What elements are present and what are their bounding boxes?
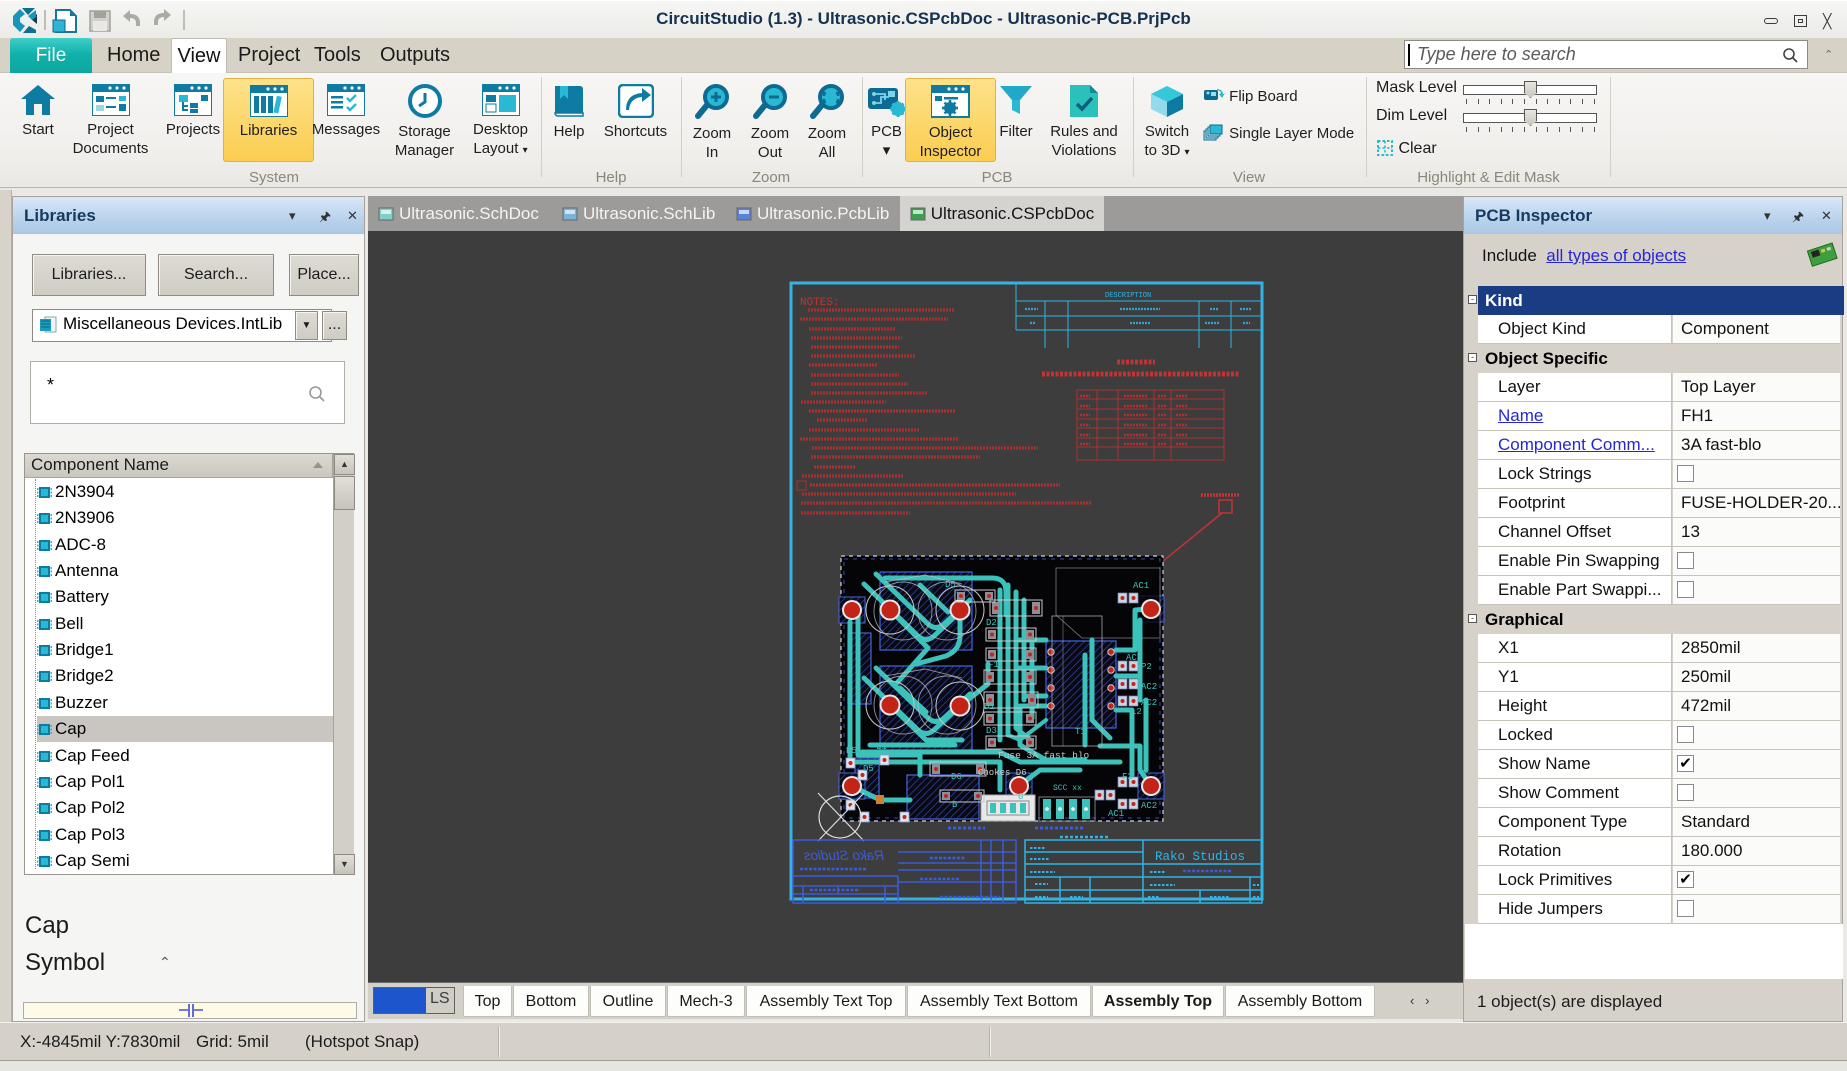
svg-text:Rako Studios: Rako Studios (1155, 850, 1245, 864)
svg-text:D3: D3 (986, 726, 997, 736)
svg-text:AC2: AC2 (1141, 801, 1157, 811)
svg-text:AC1: AC1 (1133, 581, 1149, 591)
svg-text:D2: D2 (986, 618, 997, 628)
svg-text:D1: D1 (984, 702, 995, 712)
svg-text:B: B (952, 800, 958, 810)
svg-text:F2: F2 (1122, 772, 1133, 782)
svg-text:L1: L1 (876, 742, 887, 752)
svg-text:C1: C1 (998, 590, 1009, 600)
svg-text:G: G (1018, 792, 1023, 802)
svg-text:P2: P2 (1141, 662, 1152, 672)
svg-text:T1: T1 (1075, 727, 1086, 737)
svg-text:Chokes D6: Chokes D6 (978, 768, 1027, 778)
svg-text:AC1: AC1 (1108, 809, 1124, 819)
svg-text:L2: L2 (1131, 707, 1142, 717)
svg-text:SCC xx: SCC xx (1053, 784, 1082, 793)
svg-text:F1: F1 (988, 660, 999, 670)
svg-text:NOTES:: NOTES: (800, 297, 840, 309)
svg-text:E5: E5 (846, 746, 857, 756)
svg-text:Fuse 3A fast blo: Fuse 3A fast blo (998, 750, 1090, 761)
svg-text:AC2: AC2 (1141, 698, 1157, 708)
svg-text:D6: D6 (951, 772, 962, 782)
svg-text:AC2: AC2 (1141, 682, 1157, 692)
svg-text:DESCRIPTION: DESCRIPTION (1105, 292, 1151, 300)
svg-text:AC1: AC1 (1126, 653, 1142, 663)
svg-text:D5: D5 (863, 764, 874, 774)
svg-text:Rako Studios: Rako Studios (803, 848, 884, 863)
